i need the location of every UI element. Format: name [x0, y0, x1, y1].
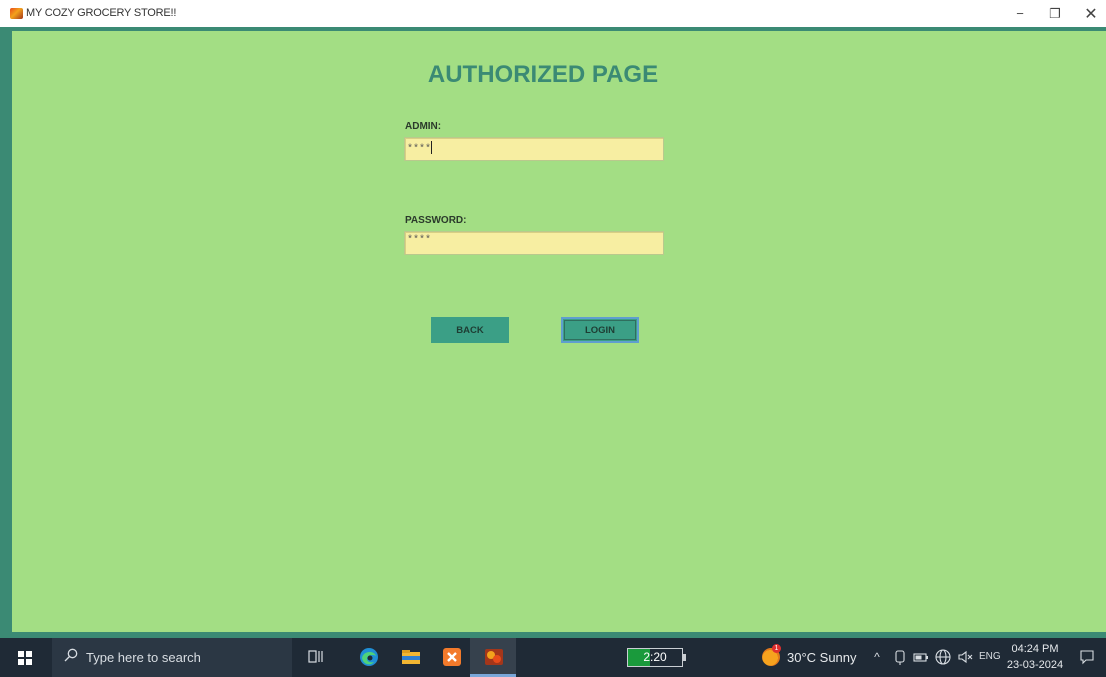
battery-timer-text: 2:20 — [643, 650, 667, 664]
taskbar-search-box[interactable]: Type here to search — [52, 638, 292, 677]
xampp-icon[interactable] — [441, 646, 463, 668]
network-globe-icon[interactable] — [934, 648, 952, 666]
clock-time[interactable]: 04:24 PM — [1005, 643, 1065, 655]
search-placeholder: Type here to search — [86, 650, 201, 665]
weather-text[interactable]: 30°C Sunny — [787, 650, 857, 665]
edge-browser-icon[interactable] — [358, 646, 380, 668]
text-cursor — [431, 141, 433, 154]
search-icon — [64, 648, 78, 662]
volume-muted-icon[interactable] — [957, 648, 975, 666]
window-title: MY COZY GROCERY STORE!! — [26, 7, 177, 19]
task-view-icon[interactable] — [305, 646, 327, 668]
admin-value: **** — [407, 144, 432, 155]
weather-alert-badge: 1 — [772, 644, 781, 653]
file-explorer-icon[interactable] — [400, 646, 422, 668]
battery-timer-widget[interactable]: 2:20 — [627, 648, 687, 667]
app-frame: AUTHORIZED PAGE ADMIN: **** PASSWORD: **… — [0, 27, 1106, 638]
password-label: PASSWORD: — [405, 215, 467, 226]
taskbar: Type here to search 2:20 1 30°C Sunny ^ — [0, 638, 1106, 677]
grocery-app-icon[interactable] — [483, 646, 505, 668]
admin-field[interactable]: **** — [404, 137, 664, 161]
restore-button[interactable]: ❐ — [1037, 0, 1073, 27]
page-title: AUTHORIZED PAGE — [427, 61, 659, 88]
password-value: **** — [407, 235, 432, 246]
battery-nub — [683, 654, 686, 661]
app-logo-icon — [10, 8, 23, 19]
language-indicator[interactable]: ENG — [979, 651, 1001, 662]
back-button[interactable]: BACK — [431, 317, 509, 343]
admin-label: ADMIN: — [405, 121, 442, 132]
minimize-button[interactable]: − — [1002, 0, 1038, 27]
windows-start-icon[interactable] — [18, 651, 32, 665]
close-button[interactable]: ✕ — [1073, 0, 1106, 27]
login-panel: AUTHORIZED PAGE ADMIN: **** PASSWORD: **… — [12, 31, 1106, 632]
clock-date[interactable]: 23-03-2024 — [1003, 659, 1067, 671]
password-field[interactable]: **** — [404, 231, 664, 255]
window-title-bar: MY COZY GROCERY STORE!! − ❐ ✕ — [0, 0, 1106, 27]
login-button[interactable]: LOGIN — [561, 317, 639, 343]
battery-icon[interactable] — [913, 648, 929, 666]
notification-center-icon[interactable] — [1079, 649, 1095, 665]
meet-now-icon[interactable] — [892, 648, 908, 666]
chevron-up-icon[interactable]: ^ — [870, 648, 884, 666]
